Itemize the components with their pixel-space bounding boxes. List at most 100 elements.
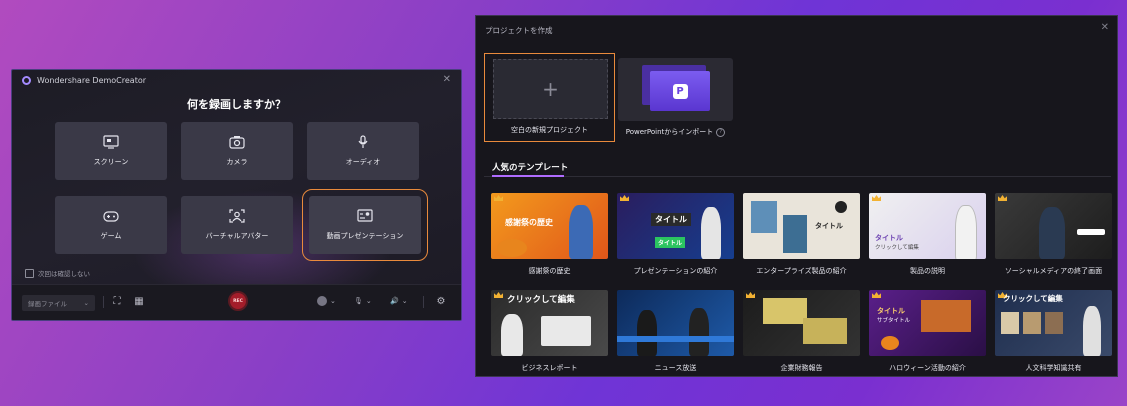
microphone-icon: 🎙: [354, 297, 363, 305]
template-label: ビジネスレポート: [521, 364, 578, 372]
dont-show-checkbox[interactable]: [25, 268, 34, 278]
template-overlay: 感謝祭の歴史: [505, 218, 553, 227]
template-card[interactable]: ソーシャルメディアの終了画面: [995, 193, 1112, 276]
chevron-down-icon: ⌄: [365, 297, 372, 305]
template-card[interactable]: タイトル エンタープライズ製品の紹介: [743, 193, 860, 276]
create-project-window: プロジェクトを作成 ✕ + 空白の新規プロジェクト P PowerPointから…: [475, 15, 1118, 377]
document-card: [803, 318, 847, 344]
divider: [103, 296, 104, 308]
chart-card: [541, 316, 591, 346]
template-card[interactable]: 企業財務報告: [743, 290, 860, 373]
region-select-icon[interactable]: ⛶: [110, 294, 124, 308]
template-overlay: タイトル: [877, 307, 905, 315]
webcam-icon: [317, 296, 327, 306]
info-icon[interactable]: ?: [716, 127, 726, 137]
section-underline: [492, 175, 564, 177]
mode-game-button[interactable]: ゲーム: [55, 196, 167, 254]
calendar-icon[interactable]: ▦: [132, 294, 146, 308]
template-card[interactable]: タイトル サブタイトル ハロウィーン活動の紹介: [869, 290, 986, 373]
template-label: 製品の説明: [910, 267, 945, 275]
template-label: 企業財務報告: [780, 364, 823, 372]
template-card[interactable]: クリックして編集 人文科学知識共有: [995, 290, 1112, 373]
template-thumbnail: タイトル: [743, 193, 860, 259]
presenter-figure: [1083, 306, 1101, 356]
template-label: ニュース放送: [654, 364, 697, 372]
template-overlay-secondary: クリックして編集: [875, 245, 919, 251]
recorder-heading: 何を録画しますか？: [187, 98, 286, 111]
template-thumbnail: [617, 290, 734, 356]
crown-icon: [872, 195, 881, 201]
mode-avatar-button[interactable]: バーチャルアバター: [181, 196, 293, 254]
presenter-figure: [569, 205, 593, 259]
template-thumbnail: タイトル タイトル: [617, 193, 734, 259]
chevron-down-icon: ⌄: [401, 297, 408, 305]
presenter-figure: [701, 207, 721, 259]
mode-video-presentation-button[interactable]: 動画プレゼンテーション: [302, 189, 428, 261]
template-label: エンタープライズ製品の紹介: [756, 267, 847, 275]
template-thumbnail: クリックして編集: [491, 290, 608, 356]
template-thumbnail: タイトル サブタイトル: [869, 290, 986, 356]
plus-icon: +: [493, 59, 608, 119]
chevron-down-icon: ⌄: [83, 299, 89, 307]
crown-icon: [620, 195, 629, 201]
window-title: プロジェクトを作成: [485, 26, 553, 35]
camera-icon: [229, 136, 245, 149]
template-overlay: クリックして編集: [1003, 294, 1063, 303]
photo-frame: [751, 201, 777, 233]
photo-frame: [1001, 312, 1019, 334]
presenter-figure: [637, 310, 657, 356]
democreator-logo-icon: [22, 76, 31, 85]
avatar: [835, 201, 847, 213]
app-title: Wondershare DemoCreator: [37, 76, 147, 85]
mode-label: バーチャルアバター: [205, 232, 269, 240]
speaker-toggle[interactable]: 🔊 ⌄: [390, 294, 408, 308]
pumpkin-shape: [497, 239, 527, 257]
slide-front: P: [650, 71, 710, 111]
microphone-toggle[interactable]: 🎙 ⌄: [354, 294, 372, 308]
template-thumbnail: [995, 193, 1112, 259]
mode-camera-button[interactable]: カメラ: [181, 122, 293, 180]
save-location-select[interactable]: 録画ファイル ⌄: [22, 295, 95, 311]
photo-frame: [783, 215, 807, 253]
speaker-icon: 🔊: [390, 297, 399, 305]
crown-icon: [872, 292, 881, 298]
template-card[interactable]: タイトル クリックして編集 製品の説明: [869, 193, 986, 276]
presenter-figure: [501, 314, 523, 356]
mode-label: 動画プレゼンテーション: [326, 232, 404, 240]
template-thumbnail: 感謝祭の歴史: [491, 193, 608, 259]
blank-project-label: 空白の新規プロジェクト: [511, 126, 588, 134]
template-card[interactable]: 感謝祭の歴史 感謝祭の歴史: [491, 193, 608, 276]
avatar-icon: [229, 209, 245, 223]
photo-frame: [1023, 312, 1041, 334]
blank-project-button[interactable]: + 空白の新規プロジェクト: [484, 53, 615, 142]
mode-label: カメラ: [226, 158, 248, 166]
templates-heading: 人気のテンプレート: [492, 163, 569, 173]
recorder-titlebar: Wondershare DemoCreator: [22, 76, 146, 85]
record-button[interactable]: REC: [228, 291, 248, 311]
powerpoint-icon: P: [672, 83, 688, 99]
mode-audio-button[interactable]: オーディオ: [307, 122, 419, 180]
presentation-icon: [357, 209, 373, 222]
chevron-down-icon: ⌄: [330, 297, 336, 305]
template-thumbnail: [743, 290, 860, 356]
crown-icon: [998, 195, 1007, 201]
template-label: 感謝祭の歴史: [528, 267, 571, 275]
template-card[interactable]: クリックして編集 ビジネスレポート: [491, 290, 608, 373]
powerpoint-import-button[interactable]: P: [618, 58, 733, 121]
crown-icon: [494, 195, 503, 201]
close-icon[interactable]: ✕: [443, 74, 451, 85]
recorder-window: Wondershare DemoCreator ✕ 何を録画しますか？ スクリー…: [11, 69, 462, 321]
mode-label: オーディオ: [345, 158, 381, 166]
template-label: ハロウィーン活動の紹介: [889, 364, 966, 372]
template-overlay: タイトル: [815, 222, 843, 230]
template-label: プレゼンテーションの紹介: [633, 267, 718, 275]
template-overlay-secondary: サブタイトル: [877, 318, 911, 324]
template-card[interactable]: ニュース放送: [617, 290, 734, 373]
mode-screen-button[interactable]: スクリーン: [55, 122, 167, 180]
news-ticker: [617, 336, 734, 342]
dont-show-again[interactable]: 次回は確認しない: [25, 268, 90, 278]
template-card[interactable]: タイトル タイトル プレゼンテーションの紹介: [617, 193, 734, 276]
close-icon[interactable]: ✕: [1101, 22, 1109, 33]
settings-gear-icon[interactable]: ⚙: [434, 294, 448, 308]
webcam-toggle[interactable]: ⌄: [317, 294, 336, 308]
